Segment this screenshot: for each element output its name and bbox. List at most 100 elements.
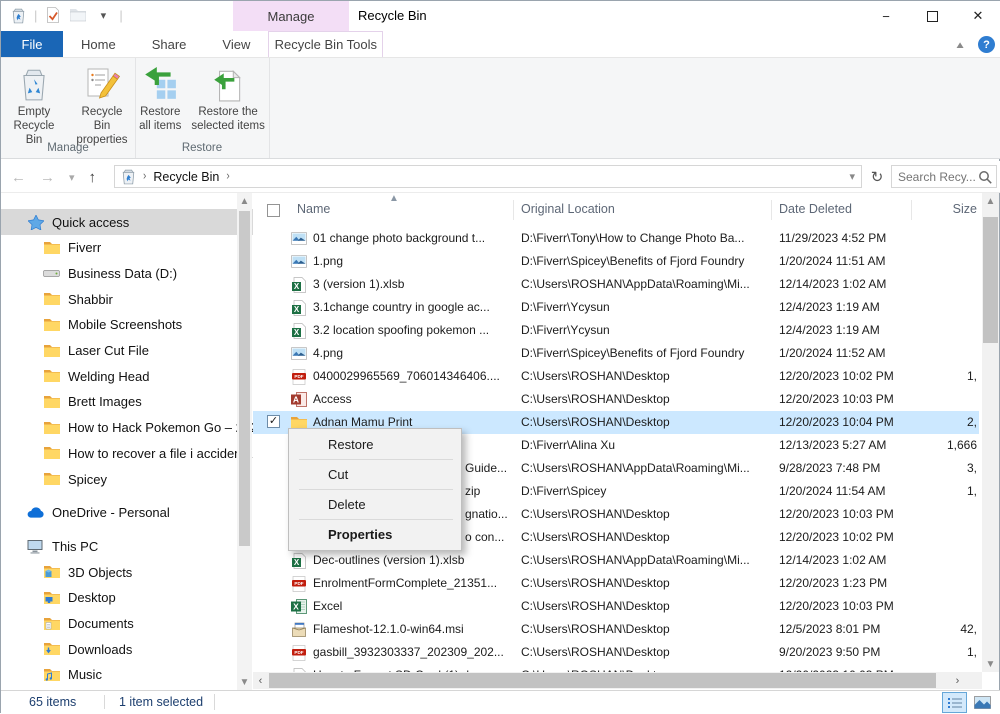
sidebar-item-shabbir[interactable]: Shabbir	[1, 286, 253, 312]
sidebar-scrollbar-thumb[interactable]	[239, 211, 250, 546]
sidebar-item-label: Shabbir	[68, 292, 253, 307]
breadcrumb[interactable]: › Recycle Bin › ▾	[114, 165, 862, 188]
ribbon-group-restore: Restoreall itemsRestore theselected item…	[135, 58, 270, 158]
table-row[interactable]: X3.2 location spoofing pokemon ...D:\Fiv…	[253, 319, 979, 342]
vertical-scrollbar[interactable]: ▲ ▼	[982, 193, 999, 672]
table-row[interactable]: AAccessC:\Users\ROSHAN\Desktop12/20/2023…	[253, 388, 979, 411]
up-icon[interactable]: ↑	[89, 169, 97, 186]
sidebar-item-how-to-hack-pokemon-go-202[interactable]: How to Hack Pokemon Go – 202	[1, 415, 253, 441]
table-row[interactable]: PDFgasbill_3932303337_202309_202...C:\Us…	[253, 641, 979, 664]
sidebar-item-3d-objects[interactable]: 3D Objects	[1, 559, 253, 585]
table-row[interactable]: X3 (version 1).xlsbC:\Users\ROSHAN\AppDa…	[253, 273, 979, 296]
restore-all-items-button[interactable]: Restoreall items	[135, 63, 185, 135]
qat-dropdown-icon[interactable]: ▾	[94, 5, 112, 25]
tab-recycle-bin-tools[interactable]: Recycle Bin Tools	[268, 31, 383, 57]
tab-home[interactable]: Home	[63, 31, 134, 57]
table-row[interactable]: XDec-outlines (version 1).xlsbC:\Users\R…	[253, 549, 979, 572]
menu-item-properties[interactable]: Properties	[289, 520, 461, 549]
sidebar-scrollbar[interactable]: ▲ ▼	[237, 193, 252, 690]
refresh-icon[interactable]: ↻	[867, 165, 887, 188]
cell-name: Excel	[313, 599, 515, 613]
table-row[interactable]: X3.1change country in google ac...D:\Fiv…	[253, 296, 979, 319]
search-input[interactable]	[892, 170, 978, 184]
menu-item-restore[interactable]: Restore	[289, 430, 461, 459]
sidebar-item-documents[interactable]: Documents	[1, 611, 253, 637]
thumbnails-view-button[interactable]	[970, 692, 995, 713]
recycle-bin-properties-button[interactable]: Recycle Binproperties	[69, 63, 135, 149]
sidebar-item-onedrive-personal[interactable]: OneDrive - Personal	[1, 500, 253, 526]
svg-text:X: X	[293, 602, 299, 612]
svg-text:PDF: PDF	[294, 650, 303, 655]
tab-share[interactable]: Share	[134, 31, 205, 57]
sidebar-item-downloads[interactable]: Downloads	[1, 636, 253, 662]
menu-item-cut[interactable]: Cut	[289, 460, 461, 489]
select-all-checkbox[interactable]	[267, 204, 280, 217]
table-row[interactable]: WHow to Format SD Card (1).d...C:\Users\…	[253, 664, 979, 672]
horizontal-scrollbar[interactable]: ‹ ›	[253, 672, 982, 689]
cell-original-location: C:\Users\ROSHAN\Desktop	[521, 622, 773, 636]
menu-item-delete[interactable]: Delete	[289, 490, 461, 519]
table-row[interactable]: 4.pngD:\Fiverr\Spicey\Benefits of Fjord …	[253, 342, 979, 365]
sidebar-item-this-pc[interactable]: This PC	[1, 533, 253, 559]
table-row[interactable]: 1.pngD:\Fiverr\Spicey\Benefits of Fjord …	[253, 250, 979, 273]
recycle-bin-small-icon[interactable]	[9, 5, 27, 25]
empty-recycle-bin-button[interactable]: EmptyRecycle Bin	[1, 63, 67, 149]
sidebar-item-music[interactable]: Music	[1, 662, 253, 688]
collapse-ribbon-icon[interactable]: ▲	[954, 39, 966, 50]
vertical-scrollbar-thumb[interactable]	[983, 217, 998, 343]
search-icon[interactable]	[978, 170, 992, 184]
row-checkbox[interactable]: ✓	[267, 415, 280, 428]
sidebar-item-business-data-d-[interactable]: Business Data (D:)	[1, 260, 253, 286]
horizontal-scrollbar-thumb[interactable]	[269, 673, 936, 688]
folder-plain-icon[interactable]	[69, 5, 87, 25]
table-row[interactable]: XExcelC:\Users\ROSHAN\Desktop12/20/2023 …	[253, 595, 979, 618]
restore-selected-items-button[interactable]: Restore theselected items	[187, 63, 269, 135]
forward-icon[interactable]: →	[40, 169, 55, 186]
scroll-up-icon[interactable]: ▲	[237, 193, 252, 209]
maximize-button[interactable]	[909, 1, 955, 31]
ribbon-tabs: FileHomeShareViewRecycle Bin Tools	[1, 31, 1000, 57]
help-icon[interactable]: ?	[978, 36, 995, 53]
sidebar-item-laser-cut-file[interactable]: Laser Cut File	[1, 338, 253, 364]
minimize-button[interactable]: −	[863, 1, 909, 31]
sidebar-item-brett-images[interactable]: Brett Images	[1, 389, 253, 415]
column-header-name[interactable]: Name	[297, 202, 330, 216]
sidebar-item-mobile-screenshots[interactable]: Mobile Screenshots	[1, 312, 253, 338]
table-row[interactable]: PDFEnrolmentFormComplete_21351...C:\User…	[253, 572, 979, 595]
scroll-down-icon[interactable]: ▼	[237, 674, 252, 690]
column-header-date-deleted[interactable]: Date Deleted	[779, 202, 852, 216]
recent-locations-icon[interactable]: ▾	[69, 171, 75, 184]
breadcrumb-location[interactable]: Recycle Bin	[153, 170, 219, 184]
table-row[interactable]: 01 change photo background t...D:\Fiverr…	[253, 227, 979, 250]
column-divider[interactable]	[771, 200, 772, 220]
cell-original-location: C:\Users\ROSHAN\AppData\Roaming\Mi...	[521, 277, 773, 291]
sidebar-item-quick-access[interactable]: Quick access	[1, 209, 253, 235]
sidebar-item-how-to-recover-a-file-i-accidenta[interactable]: How to recover a file i accidenta	[1, 440, 253, 466]
cell-name: gasbill_3932303337_202309_202...	[313, 645, 515, 659]
tab-file[interactable]: File	[1, 31, 63, 57]
scroll-right-icon[interactable]: ›	[950, 672, 965, 689]
scroll-up-icon[interactable]: ▲	[982, 193, 999, 209]
scroll-down-icon[interactable]: ▼	[982, 656, 999, 672]
sidebar-item-fiverr[interactable]: Fiverr	[1, 235, 253, 261]
sidebar-item-desktop[interactable]: Desktop	[1, 585, 253, 611]
table-row[interactable]: PDF0400029965569_706014346406....C:\User…	[253, 365, 979, 388]
sidebar-item-welding-head[interactable]: Welding Head	[1, 363, 253, 389]
table-row[interactable]: Flameshot-12.1.0-win64.msiC:\Users\ROSHA…	[253, 618, 979, 641]
contextual-tab-header-manage[interactable]: Manage	[233, 1, 349, 31]
back-icon[interactable]: ←	[11, 169, 26, 186]
address-dropdown-icon[interactable]: ▾	[849, 170, 855, 183]
column-divider[interactable]	[513, 200, 514, 220]
close-button[interactable]: ✕	[955, 1, 1000, 31]
column-header-size[interactable]: Size	[919, 202, 977, 216]
sidebar-item-spicey[interactable]: Spicey	[1, 466, 253, 492]
folder-icon	[43, 368, 60, 384]
cell-date-deleted: 1/20/2024 11:51 AM	[779, 254, 919, 268]
tab-view[interactable]: View	[204, 31, 268, 57]
column-divider[interactable]	[911, 200, 912, 220]
file-check-icon[interactable]	[44, 5, 62, 25]
view-toggle-buttons	[942, 692, 995, 713]
details-view-button[interactable]	[942, 692, 967, 713]
column-header-original-location[interactable]: Original Location	[521, 202, 615, 216]
scroll-left-icon[interactable]: ‹	[253, 672, 268, 689]
